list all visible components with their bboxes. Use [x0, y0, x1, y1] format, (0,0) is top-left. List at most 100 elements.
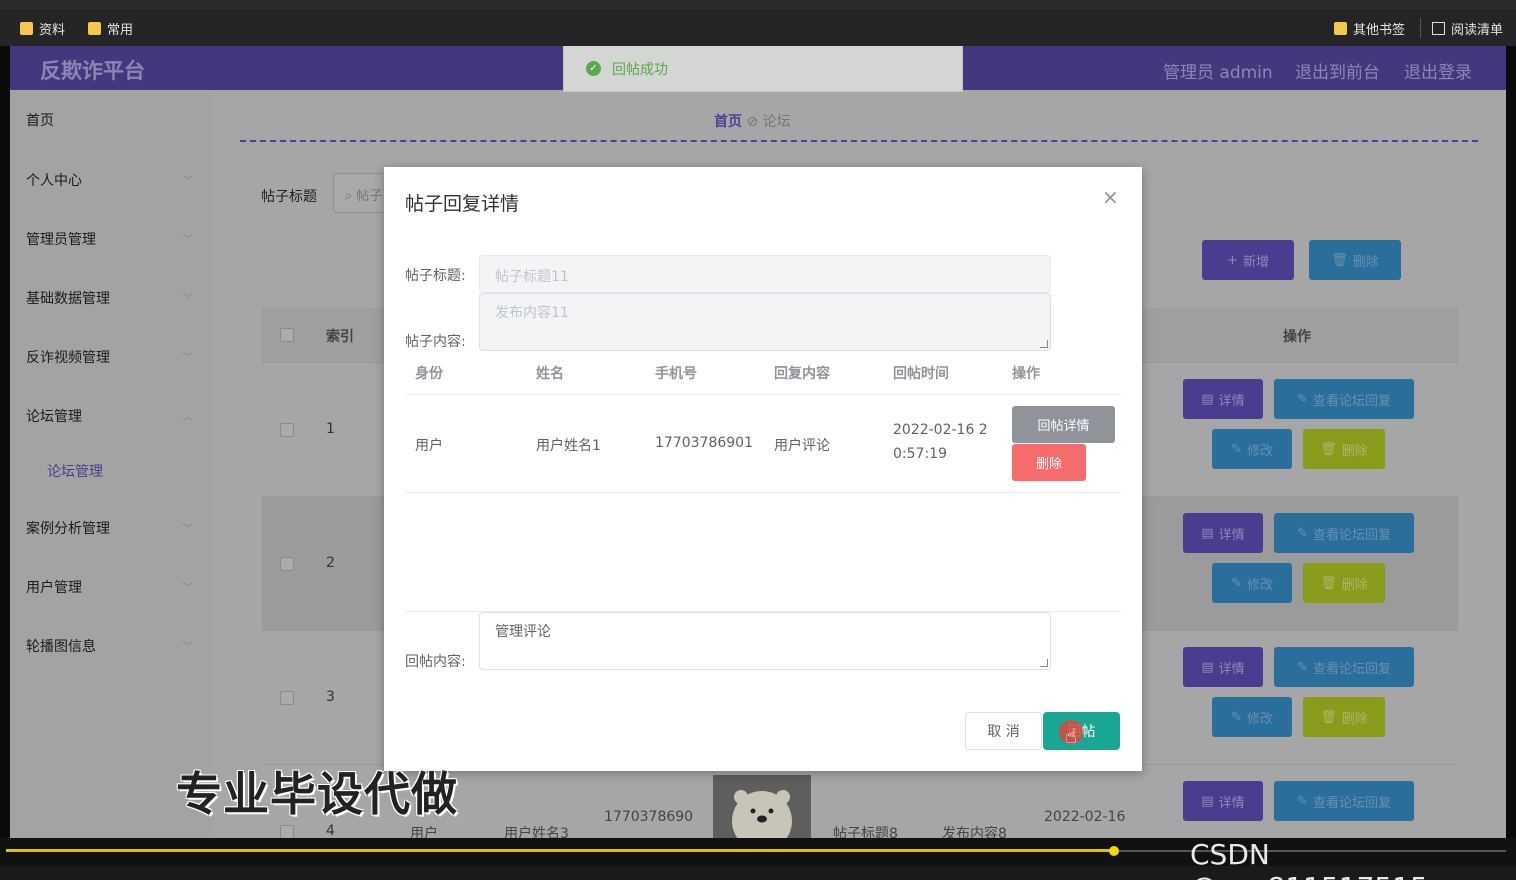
watermark-text: 专业毕设代做 [176, 767, 458, 821]
reply-identity: 用户 [415, 438, 443, 454]
delete-button[interactable]: 🗑 删除 [1303, 429, 1385, 469]
breadcrumb-separator-icon: ⊘ [746, 114, 763, 130]
row-phone: 1770378690 [604, 809, 694, 825]
edit-icon: ✎ [1297, 391, 1308, 407]
bookmark-separator [1420, 18, 1421, 38]
bear-avatar-icon [713, 775, 811, 838]
logout-link[interactable]: 退出登录 [1404, 58, 1472, 83]
bookmark-folder-ziliao[interactable]: 资料 [20, 19, 65, 38]
bookmarks-bar: 资料 常用 其他书签 阅读清单 [0, 10, 1516, 46]
sidebar-item-admin[interactable]: 管理员管理 [26, 229, 96, 249]
reading-list-icon [1432, 22, 1445, 35]
row-identity: 用户 [410, 826, 438, 838]
video-progress [6, 849, 1114, 852]
csdn-watermark: CSDN @qq_811517515 [1190, 838, 1428, 880]
chevron-down-icon: ﹀ [182, 233, 193, 246]
sidebar-item-users[interactable]: 用户管理 [26, 577, 82, 597]
detail-button[interactable]: ▤ 详情 [1183, 781, 1263, 821]
row-checkbox[interactable] [280, 557, 294, 571]
plus-icon: + [1227, 252, 1238, 268]
detail-button[interactable]: ▤ 详情 [1183, 647, 1263, 687]
check-circle-icon: ✓ [586, 61, 601, 76]
reply-col-content: 回复内容 [774, 366, 830, 382]
breadcrumb-home[interactable]: 首页 [714, 114, 742, 130]
row-index: 2 [326, 555, 335, 571]
cancel-button[interactable]: 取 消 [965, 712, 1042, 750]
search-label: 帖子标题 [261, 189, 317, 205]
column-ops: 操作 [1283, 329, 1311, 345]
delete-button[interactable]: 🗑 删除 [1303, 697, 1385, 737]
edit-button[interactable]: ✎ 修改 [1212, 563, 1292, 603]
edit-icon: ✎ [1231, 441, 1242, 457]
row-title: 帖子标题8 [833, 826, 898, 838]
edit-icon: ✎ [1297, 659, 1308, 675]
folder-icon [20, 22, 33, 35]
sidebar-item-basedata[interactable]: 基础数据管理 [26, 288, 110, 308]
reply-detail-button[interactable]: 回帖详情 [1012, 406, 1115, 443]
detail-button[interactable]: ▤ 详情 [1183, 513, 1263, 553]
bookmark-reading-list[interactable]: 阅读清单 [1432, 19, 1503, 38]
edit-icon: ✎ [1231, 709, 1242, 725]
trash-icon: 🗑 [1320, 575, 1337, 591]
toast-message: 回帖成功 [612, 62, 668, 78]
admin-label: 管理员 admin [1163, 63, 1273, 83]
trash-icon: 🗑 [1320, 709, 1337, 725]
view-reply-button[interactable]: ✎ 查看论坛回复 [1274, 379, 1414, 419]
row-index: 3 [326, 689, 335, 705]
bookmark-other[interactable]: 其他书签 [1334, 19, 1405, 38]
breadcrumb-current: 论坛 [762, 114, 791, 130]
edit-icon: ✎ [1297, 525, 1308, 541]
reply-col-identity: 身份 [415, 366, 443, 382]
reply-name: 用户姓名1 [536, 438, 601, 454]
reply-col-phone: 手机号 [655, 366, 697, 382]
row-checkbox[interactable] [280, 691, 294, 705]
reply-delete-button[interactable]: 删除 [1012, 444, 1086, 481]
edit-button[interactable]: ✎ 修改 [1212, 429, 1292, 469]
resize-handle-icon [1040, 659, 1048, 667]
folder-icon [1334, 22, 1347, 35]
doc-icon: ▤ [1201, 391, 1214, 407]
site-logo: 反欺诈平台 [40, 59, 145, 83]
reply-phone: 17703786901 [655, 435, 753, 451]
search-icon: ⌕ [345, 189, 357, 204]
reply-col-time: 回帖时间 [893, 366, 949, 382]
sidebar-item-profile[interactable]: 个人中心 [26, 170, 82, 190]
edit-icon: ✎ [1297, 793, 1308, 809]
sidebar-item-forum[interactable]: 论坛管理 [26, 406, 82, 426]
row-checkbox[interactable] [280, 825, 294, 838]
batch-delete-button[interactable]: 🗑 删除 [1309, 240, 1401, 280]
close-icon[interactable]: × [1102, 185, 1119, 209]
chevron-up-icon: ︿ [182, 410, 193, 423]
breadcrumb: 首页 ⊘ 论坛 [714, 111, 791, 131]
submit-reply-button[interactable]: 回帖 ☝ [1043, 712, 1120, 750]
screen-root: 资料 常用 其他书签 阅读清单 反欺诈平台 管理员 admin 退出到前台 退出… [0, 0, 1516, 880]
sidebar-item-case[interactable]: 案例分析管理 [26, 518, 110, 538]
hand-cursor-icon: ☝ [1065, 724, 1078, 748]
bookmark-folder-changyong[interactable]: 常用 [88, 19, 133, 38]
delete-button[interactable]: 🗑 删除 [1303, 563, 1385, 603]
reply-content-input[interactable]: 管理评论 [479, 612, 1051, 670]
exit-to-front-link[interactable]: 退出到前台 [1295, 58, 1380, 83]
header-divider [240, 140, 1478, 142]
sidebar-item-home[interactable]: 首页 [26, 110, 54, 130]
edit-button[interactable]: ✎ 修改 [1212, 697, 1292, 737]
view-reply-button[interactable]: ✎ 查看论坛回复 [1274, 513, 1414, 553]
select-all-checkbox[interactable] [280, 328, 294, 342]
doc-icon: ▤ [1201, 793, 1214, 809]
view-reply-button[interactable]: ✎ 查看论坛回复 [1274, 647, 1414, 687]
detail-button[interactable]: ▤ 详情 [1183, 379, 1263, 419]
video-scrubber-handle[interactable] [1109, 846, 1119, 856]
sidebar-item-carousel[interactable]: 轮播图信息 [26, 636, 96, 656]
add-button[interactable]: + 新增 [1202, 240, 1294, 280]
row-checkbox[interactable] [280, 423, 294, 437]
reply-content-label: 回帖内容: [405, 654, 466, 670]
chevron-down-icon: ﹀ [182, 292, 193, 305]
sidebar-item-video[interactable]: 反诈视频管理 [26, 347, 110, 367]
dialog-title: 帖子回复详情 [405, 193, 520, 215]
sidebar-subitem-forum[interactable]: 论坛管理 [47, 461, 103, 481]
row-name: 用户姓名3 [504, 826, 569, 838]
view-reply-button[interactable]: ✎ 查看论坛回复 [1274, 781, 1414, 821]
reply-col-name: 姓名 [536, 366, 564, 382]
success-toast: ✓ 回帖成功 [563, 46, 963, 92]
trash-icon: 🗑 [1331, 252, 1348, 268]
